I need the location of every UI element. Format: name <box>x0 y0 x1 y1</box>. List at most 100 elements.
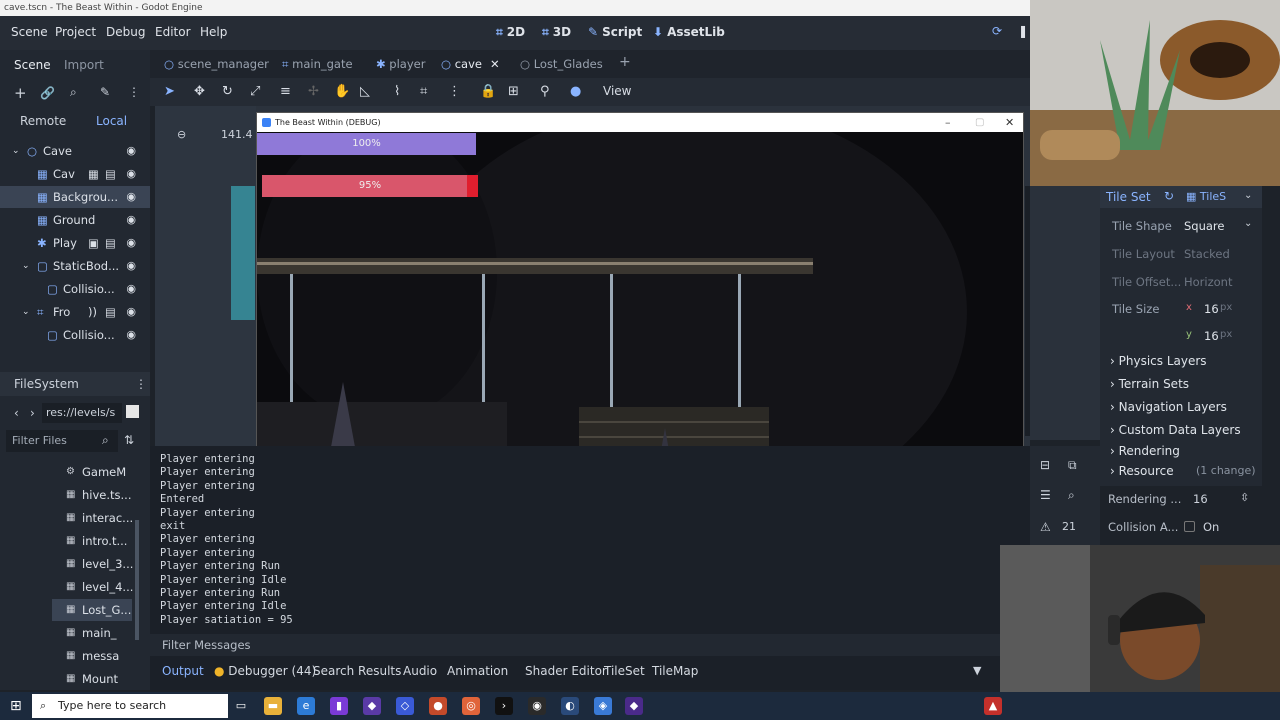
lock-icon[interactable]: 🔒 <box>480 84 496 99</box>
scale-tool-icon[interactable]: ⤢ <box>250 84 260 99</box>
tree-node-player[interactable]: ✱ Play ▣ ▤ ◉ <box>0 232 150 254</box>
steam-icon[interactable]: ◐ <box>561 697 579 715</box>
tile-size-x-input[interactable]: 16 <box>1204 302 1219 316</box>
godot-icon[interactable]: ◈ <box>594 697 612 715</box>
visibility-eye-icon[interactable]: ◉ <box>126 301 136 323</box>
kebab-menu-icon[interactable]: ⋮ <box>448 84 461 99</box>
group-icon[interactable]: ⊞ <box>508 84 519 99</box>
view-menu-button[interactable]: View <box>603 84 631 98</box>
pivot-tool-icon[interactable]: ✢ <box>308 84 319 99</box>
tab-tilemap[interactable]: TileMap <box>652 664 698 678</box>
section-physics-layers[interactable]: › Physics Layers <box>1110 354 1207 368</box>
file-item[interactable]: ▦ messa <box>66 645 119 667</box>
tab-tile-set[interactable]: Tile Set <box>1106 190 1151 204</box>
scrollbar[interactable] <box>135 520 139 640</box>
tab-scene-manager[interactable]: ○ scene_manager <box>164 57 269 71</box>
visibility-eye-icon[interactable]: ◉ <box>126 255 136 277</box>
tab-import[interactable]: Import <box>64 58 104 72</box>
tab-scene[interactable]: Scene <box>14 58 51 72</box>
list-icon[interactable]: ☰ <box>1040 488 1051 502</box>
smart-snap-icon[interactable]: ⌇ <box>394 84 400 99</box>
tab-filesystem[interactable]: FileSystem <box>14 377 79 391</box>
menu-help[interactable]: Help <box>200 25 227 39</box>
tree-node-collision-1[interactable]: ▢ Collisio... ◉ <box>0 278 150 300</box>
obs-icon[interactable]: ◎ <box>462 697 480 715</box>
scene-instance-icon[interactable]: ▣ <box>88 232 99 254</box>
select-tool-icon[interactable]: ➤ <box>164 84 175 99</box>
pin-icon[interactable]: ▼ <box>973 664 981 677</box>
close-icon[interactable]: ✕ <box>1005 113 1014 132</box>
tile-offset-select[interactable]: Horizont <box>1184 275 1246 289</box>
sort-icon[interactable]: ⇅ <box>124 433 134 447</box>
file-item[interactable]: ▦ level_4... <box>66 576 133 598</box>
signal-icon[interactable]: )) <box>88 301 97 323</box>
workspace-2d-button[interactable]: ⌗ 2D <box>496 25 525 40</box>
visibility-eye-icon[interactable]: ◉ <box>126 278 136 300</box>
remote-tab[interactable]: Remote <box>20 114 66 128</box>
tile-size-y-input[interactable]: 16 <box>1204 329 1219 343</box>
pause-icon[interactable]: ❚ <box>1018 24 1028 38</box>
minimize-icon[interactable]: – <box>945 113 951 132</box>
section-navigation-layers[interactable]: › Navigation Layers <box>1110 400 1227 414</box>
tab-player[interactable]: ✱ player <box>376 57 425 71</box>
tab-output[interactable]: Output <box>162 664 204 678</box>
maximize-icon[interactable]: ▢ <box>975 113 984 132</box>
menu-scene[interactable]: Scene <box>11 25 48 39</box>
taskbar-search-input[interactable]: ⌕ Type here to search <box>32 694 228 718</box>
local-tab[interactable]: Local <box>96 114 127 128</box>
reload-icon[interactable]: ⟳ <box>992 24 1002 38</box>
chrome-icon[interactable]: ◉ <box>528 697 546 715</box>
filter-messages-input[interactable]: Filter Messages <box>162 638 251 652</box>
menu-debug[interactable]: Debug <box>106 25 145 39</box>
section-resource[interactable]: › Resource <box>1110 464 1174 478</box>
windows-start-icon[interactable]: ⊞ <box>10 698 22 714</box>
list-select-icon[interactable]: ≡ <box>280 84 291 99</box>
tree-node-background[interactable]: ▦ Backgrou... ◉ <box>0 186 150 208</box>
tilemap-edit-icon[interactable]: ▦ <box>88 163 99 185</box>
file-explorer-icon[interactable]: ▬ <box>264 697 282 715</box>
file-item[interactable]: ⚙ GameM <box>66 461 126 483</box>
file-item[interactable]: ▦ Mount <box>66 668 118 690</box>
section-terrain-sets[interactable]: › Terrain Sets <box>1110 377 1189 391</box>
tab-search-results[interactable]: Search Results <box>313 664 401 678</box>
workspace-3d-button[interactable]: ⌗ 3D <box>542 25 571 40</box>
edge-icon[interactable]: e <box>297 697 315 715</box>
move-tool-icon[interactable]: ✥ <box>194 84 205 99</box>
script-icon[interactable]: ▤ <box>105 232 116 254</box>
tab-audio[interactable]: Audio <box>403 664 437 678</box>
tab-main-gate[interactable]: ⌗ main_gate <box>282 57 353 72</box>
app-icon[interactable]: ● <box>429 697 447 715</box>
tree-node-staticbody[interactable]: ⌄ ▢ StaticBod... ◉ <box>0 255 150 277</box>
workspace-assetlib-button[interactable]: ⬇ AssetLib <box>653 25 725 39</box>
tree-node-ground[interactable]: ▦ Ground ◉ <box>0 209 150 231</box>
tab-shader-editor[interactable]: Shader Editor <box>525 664 607 678</box>
zoom-out-icon[interactable]: ⊖ <box>177 128 186 141</box>
chevron-down-icon[interactable]: ⌄ <box>1244 190 1252 201</box>
script-attach-icon[interactable]: ✎ <box>100 85 110 99</box>
tab-debugger[interactable]: ● Debugger (44) <box>214 664 316 678</box>
forward-arrow-icon[interactable]: › <box>30 406 35 420</box>
visibility-eye-icon[interactable]: ◉ <box>126 232 136 254</box>
tree-node-cav[interactable]: ▦ Cav ▦ ▤ ◉ <box>0 163 150 185</box>
file-item[interactable]: ▦ intro.t... <box>66 530 127 552</box>
tab-lost-glades[interactable]: ○ Lost_Glades <box>520 57 603 71</box>
app-icon[interactable]: ◆ <box>625 697 643 715</box>
tab-cave[interactable]: ○ cave <box>441 57 482 71</box>
tab-animation[interactable]: Animation <box>447 664 508 678</box>
zoom-level[interactable]: 141.4 <box>221 128 253 141</box>
file-item[interactable]: ▦ main_ <box>66 622 116 644</box>
kebab-menu-icon[interactable]: ⋮ <box>135 377 147 391</box>
file-item[interactable]: ▦ interac... <box>66 507 133 529</box>
bone-icon[interactable]: ⚲ <box>540 84 550 99</box>
pan-tool-icon[interactable]: ✋ <box>334 84 350 99</box>
menu-project[interactable]: Project <box>55 25 96 39</box>
task-view-icon[interactable]: ▭ <box>232 697 250 715</box>
add-tab-button[interactable]: + <box>619 54 631 70</box>
search-icon[interactable]: ⌕ <box>1068 488 1075 503</box>
rendering-quadrant-input[interactable]: 16 <box>1193 492 1208 506</box>
path-field[interactable]: res://levels/s <box>42 403 122 423</box>
tile-layout-select[interactable]: Stacked <box>1184 247 1230 261</box>
app-icon[interactable]: ◇ <box>396 697 414 715</box>
visibility-eye-icon[interactable]: ◉ <box>126 324 136 346</box>
stack-icon[interactable]: ⊟ <box>1040 458 1050 472</box>
